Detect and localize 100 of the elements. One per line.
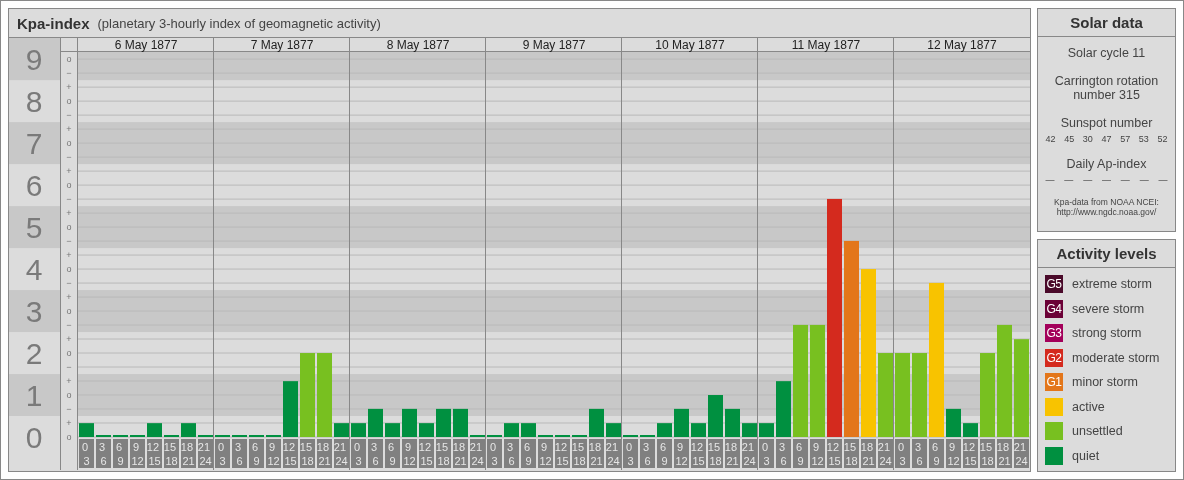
- x-tick-label: 3 6: [778, 441, 787, 467]
- hour-label: 15 18: [843, 439, 859, 468]
- hour-label: 15 18: [707, 439, 723, 468]
- hour-label: 9 12: [130, 439, 145, 468]
- date-label: 10 May 1877: [655, 38, 725, 52]
- hour-label: 12 15: [418, 439, 434, 468]
- x-tick-label: 3 6: [98, 441, 107, 467]
- minor-tick-label: −: [66, 236, 72, 247]
- hour-label: 15 18: [571, 439, 587, 468]
- minor-tick-label: −: [66, 404, 72, 414]
- x-tick-label: 6 9: [795, 441, 804, 467]
- level-swatch: G2: [1045, 348, 1063, 367]
- solar-cycle-text: Solar cycle 11: [1067, 46, 1146, 60]
- sunspot-value: 57: [1120, 134, 1131, 144]
- hour-label: 21 24: [605, 439, 621, 468]
- level-swatch: G3: [1045, 324, 1063, 342]
- minor-tick-label: −: [66, 194, 72, 205]
- level-label: unsettled: [1072, 424, 1123, 438]
- axis-stripe: [9, 290, 60, 333]
- ap-index-value: —: [1120, 175, 1130, 185]
- level-label: moderate storm: [1072, 350, 1160, 365]
- hour-label: 3 6: [912, 439, 927, 468]
- minor-tick-label: −: [66, 110, 72, 121]
- hour-label: 21 24: [197, 439, 213, 468]
- hour-label: 3 6: [640, 439, 655, 468]
- chart-title: Kpa-index: [17, 14, 90, 32]
- x-tick-label: 3 6: [914, 441, 923, 467]
- minor-tick-label: −: [66, 152, 72, 163]
- level-label: strong storm: [1072, 326, 1142, 340]
- hour-label: 12 15: [554, 439, 570, 468]
- hour-label: 21 24: [333, 439, 349, 468]
- sunspot-value: 42: [1045, 134, 1056, 144]
- x-tick-label: 3 6: [234, 441, 243, 467]
- level-label: minor storm: [1072, 375, 1138, 389]
- hour-label: 18 21: [588, 439, 604, 468]
- axis-stripe: [9, 206, 60, 249]
- sunspot-value: 45: [1064, 134, 1075, 144]
- x-tick-label: 0 3: [217, 441, 226, 467]
- hour-label: 18 21: [860, 439, 876, 468]
- hour-label: 3 6: [368, 439, 383, 468]
- hour-label: 6 9: [113, 439, 128, 468]
- hour-label: 3 6: [504, 439, 519, 468]
- hour-label: 3 6: [776, 439, 791, 468]
- level-swatch: G5: [1045, 275, 1063, 293]
- x-tick-label: 3 6: [370, 441, 379, 467]
- ap-index-value: —: [1139, 175, 1149, 185]
- sunspot-value: 30: [1082, 134, 1093, 144]
- minor-tick-label: −: [66, 278, 72, 289]
- hour-label: 21 24: [741, 439, 757, 468]
- minor-tick-label: +: [66, 82, 72, 93]
- ap-index-value: —: [1045, 175, 1055, 185]
- sunspot-label: Sunspot number: [1060, 116, 1153, 130]
- axis-stripe: [9, 122, 60, 165]
- x-tick-label: 3 6: [642, 441, 651, 467]
- y-axis-label: 4: [25, 253, 43, 287]
- minor-tick-label: o: [66, 306, 72, 317]
- hour-label: 6 9: [657, 439, 672, 468]
- hour-label: 9 12: [402, 439, 417, 468]
- x-tick-label: 0 3: [489, 441, 498, 467]
- hour-label: 18 21: [316, 439, 332, 468]
- hour-label: 0 3: [79, 439, 94, 468]
- carrington-text: Carrington rotation number 315: [1053, 74, 1160, 102]
- minor-tick-label: −: [66, 68, 72, 79]
- ap-index-value: —: [1083, 175, 1093, 185]
- hour-label: 12 15: [690, 439, 706, 468]
- panel-title: Activity levels: [1038, 240, 1175, 268]
- hour-label: 6 9: [385, 439, 400, 468]
- panel-title: Solar data: [1038, 9, 1175, 37]
- hour-label: 21 24: [1013, 439, 1029, 468]
- y-axis-label: 6: [25, 169, 43, 203]
- hour-label: 18 21: [996, 439, 1012, 468]
- date-label: 9 May 1877: [522, 38, 586, 52]
- x-tick-label: 6 9: [251, 441, 260, 467]
- source-text: http://www.ngdc.noaa.gov/: [1056, 207, 1157, 217]
- minor-tick-label: o: [66, 96, 72, 107]
- y-axis-label: 0: [25, 421, 43, 454]
- sunspot-value: 53: [1138, 134, 1149, 144]
- hour-label: 6 9: [793, 439, 808, 468]
- hour-label: 0 3: [487, 439, 502, 468]
- date-label: 6 May 1877: [114, 38, 178, 52]
- x-tick-label: 6 9: [523, 441, 532, 467]
- date-label: 11 May 1877: [791, 38, 861, 52]
- minor-tick-label: +: [66, 334, 72, 345]
- hour-label: 0 3: [623, 439, 638, 468]
- axis-stripe: [9, 38, 60, 81]
- minor-tick-label: o: [66, 180, 72, 191]
- hour-label: 9 12: [810, 439, 825, 468]
- hour-label: 12 15: [826, 439, 842, 468]
- x-tick-label: 6 9: [659, 441, 668, 467]
- minor-tick-label: +: [66, 418, 72, 428]
- level-swatch: G1: [1045, 373, 1063, 391]
- hour-label: 9 12: [946, 439, 961, 468]
- minor-tick-label: +: [66, 250, 72, 261]
- x-tick-label: 6 9: [387, 441, 396, 467]
- level-label: active: [1072, 399, 1105, 414]
- hour-label: 18 21: [180, 439, 196, 468]
- minor-tick-label: +: [66, 124, 72, 135]
- axis-stripe: [9, 374, 60, 416]
- chart-subtitle: (planetary 3-hourly index of geomagnetic activity): [97, 15, 381, 31]
- hour-label: 12 15: [962, 439, 978, 468]
